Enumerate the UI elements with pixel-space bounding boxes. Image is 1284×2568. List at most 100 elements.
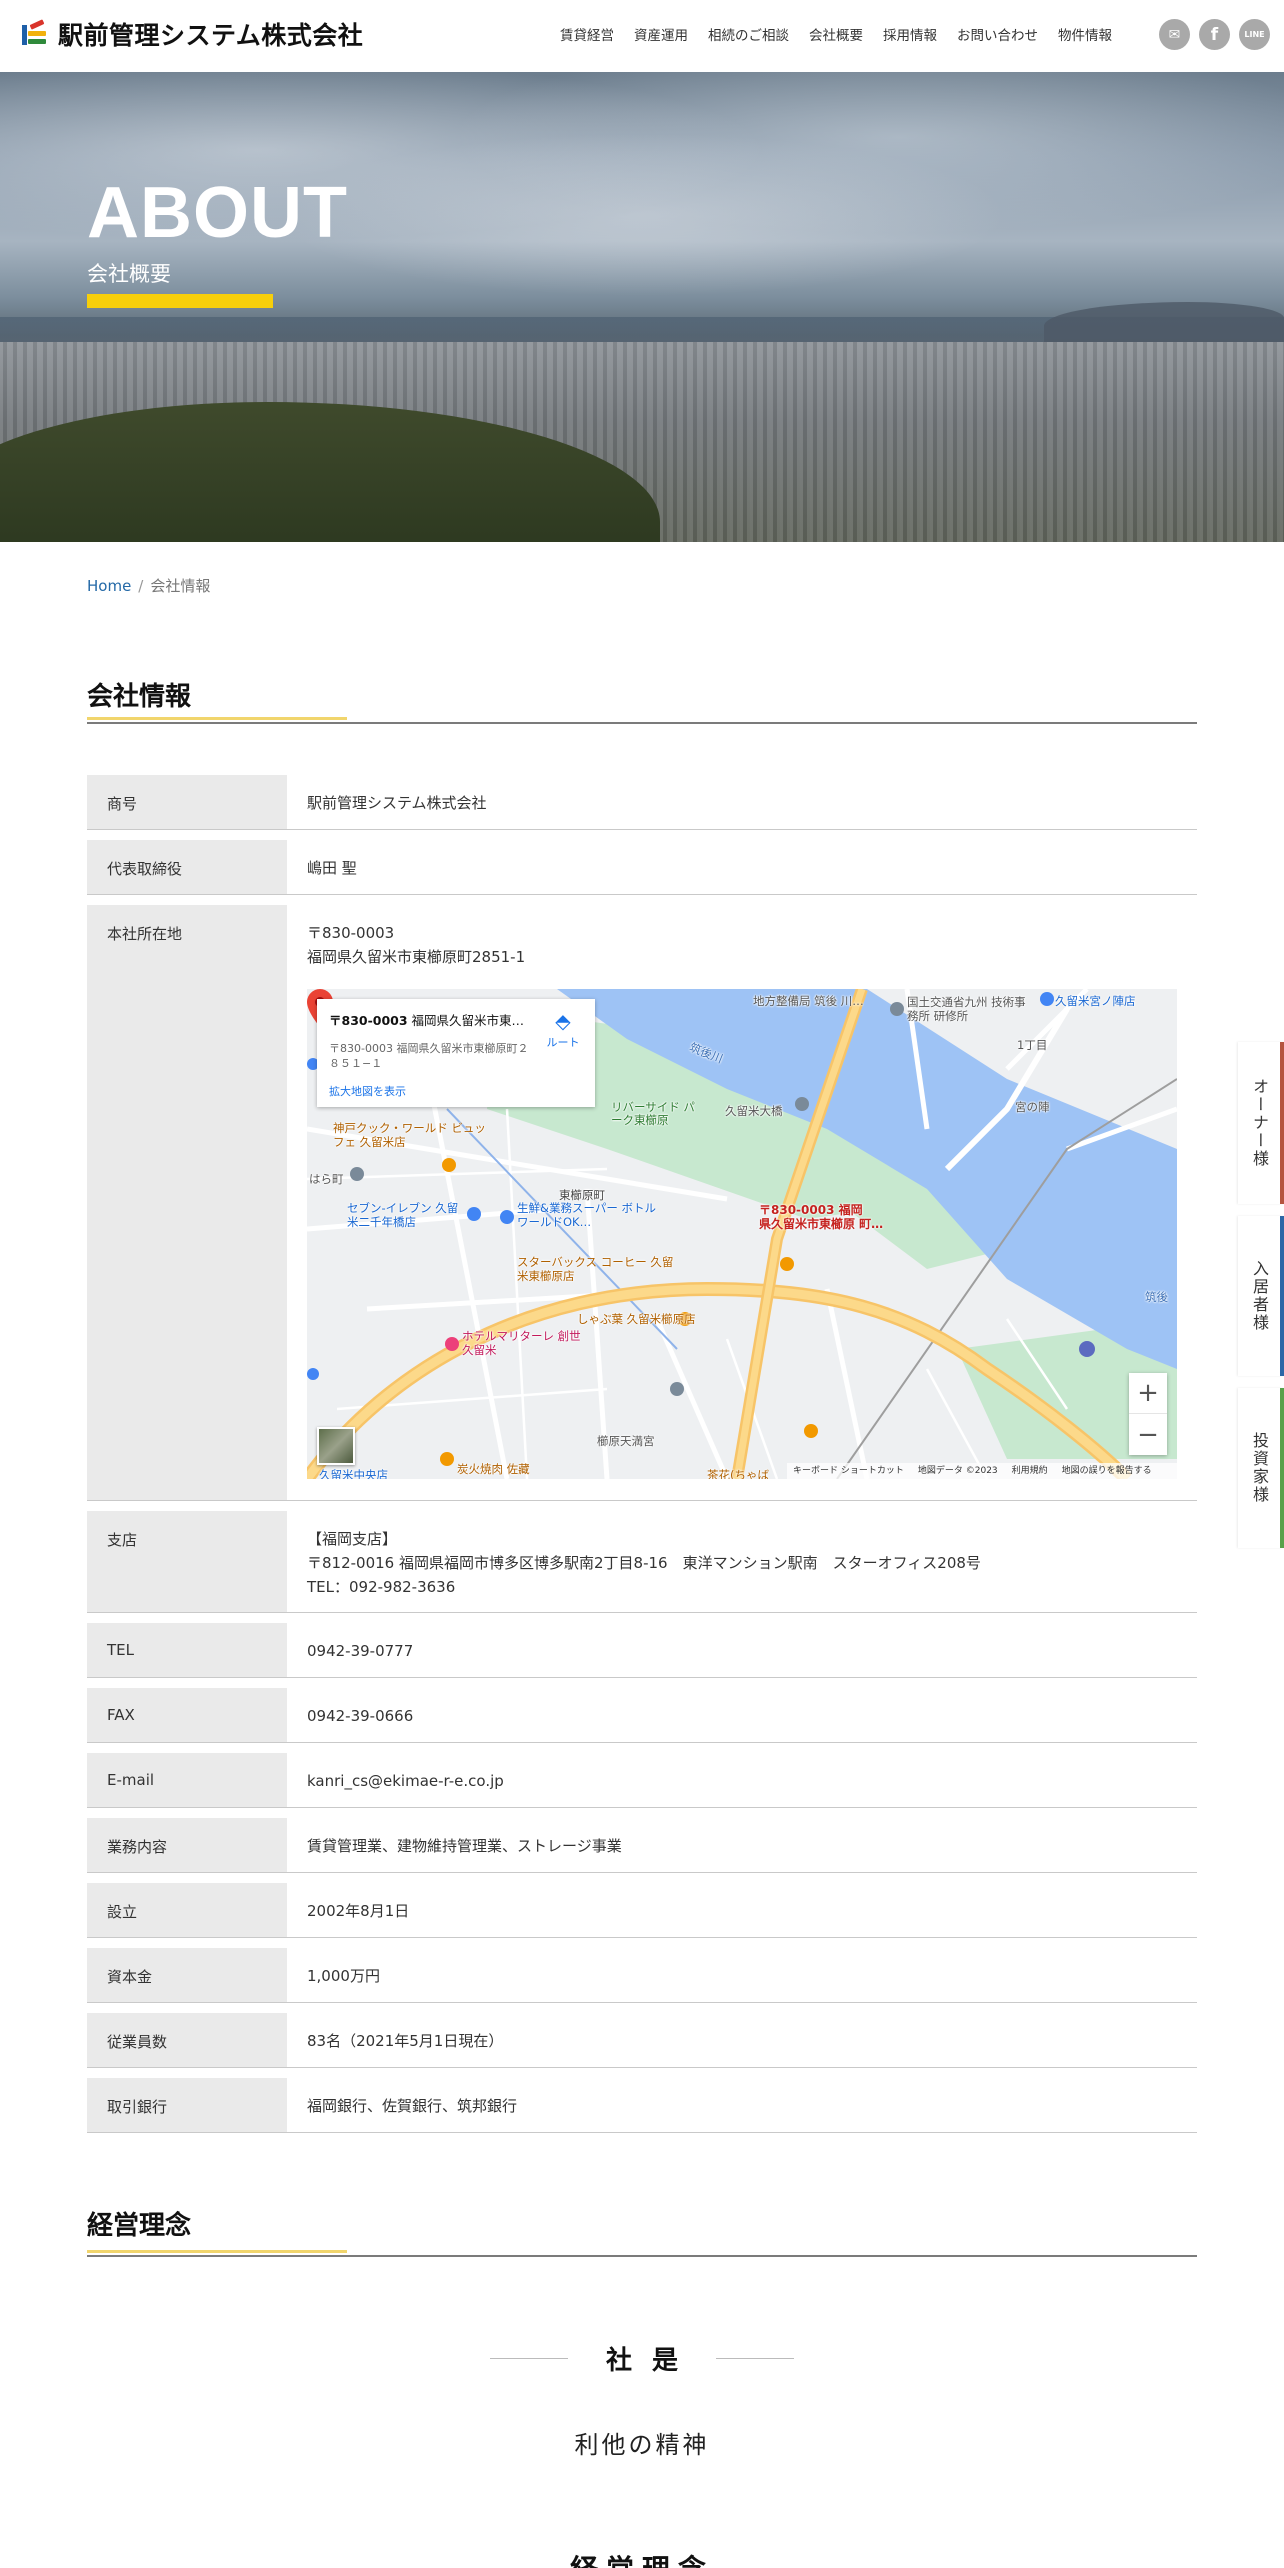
hero-accent-bar bbox=[87, 294, 273, 308]
logo-mark-icon bbox=[20, 19, 52, 49]
nav-properties[interactable]: 物件情報 bbox=[1058, 24, 1112, 44]
motto-line-left bbox=[490, 2358, 568, 2359]
map-label: 1丁目 bbox=[1017, 1038, 1048, 1052]
line-icon[interactable]: LINE bbox=[1239, 19, 1270, 50]
table-row: 設立 2002年8月1日 bbox=[87, 1883, 1197, 1938]
social-links: ✉ f LINE bbox=[1159, 19, 1270, 50]
table-row: 従業員数 83名（2021年5月1日現在） bbox=[87, 2013, 1197, 2068]
map-label: 久留米中央店 bbox=[319, 1468, 388, 1479]
table-row: 資本金 1,000万円 bbox=[87, 1948, 1197, 2003]
table-row: 代表取締役 嶋田 聖 bbox=[87, 840, 1197, 895]
map-route-button[interactable]: ⬘ ルート bbox=[543, 1011, 583, 1055]
branch-name: 【福岡支店】 bbox=[307, 1530, 398, 1548]
logo-text: 駅前管理システム株式会社 bbox=[58, 21, 364, 50]
row-label: 支店 bbox=[87, 1511, 287, 1612]
row-label: 資本金 bbox=[87, 1948, 287, 2002]
mail-icon[interactable]: ✉ bbox=[1159, 19, 1190, 50]
nav-contact[interactable]: お問い合わせ bbox=[957, 24, 1038, 44]
report-error-link[interactable]: 地図の誤りを報告する bbox=[1062, 1459, 1152, 1479]
row-label: 取引銀行 bbox=[87, 2078, 287, 2132]
facebook-icon[interactable]: f bbox=[1199, 19, 1230, 50]
directions-icon: ⬘ bbox=[555, 1009, 571, 1033]
map-label: はら町 bbox=[309, 1172, 344, 1186]
nav-rental-management[interactable]: 賃貸経営 bbox=[560, 24, 614, 44]
side-tab-owner[interactable]: オーナー様 bbox=[1238, 1042, 1284, 1204]
management-philosophy-subheading: 経営理念 bbox=[0, 2548, 1284, 2568]
map-footer: キーボード ショートカット 地図データ ©2023 利用規約 地図の誤りを報告す… bbox=[787, 1463, 1177, 1479]
map-label: 久留米宮ノ陣店 bbox=[1055, 994, 1136, 1008]
nav-asset-management[interactable]: 資産運用 bbox=[634, 24, 688, 44]
row-value: 駅前管理システム株式会社 bbox=[307, 794, 487, 812]
row-value: 【福岡支店】 〒812-0016 福岡県福岡市博多区博多駅南2丁目8-16 東洋… bbox=[287, 1511, 1197, 1612]
map-zoom-controls: + − bbox=[1129, 1373, 1167, 1455]
row-value: 0942-39-0666 bbox=[307, 1707, 414, 1725]
map-label: セブン-イレブン 久留米二千年橋店 bbox=[347, 1201, 459, 1229]
map-label: 国土交通省九州 技術事務所 研修所 bbox=[907, 995, 1026, 1023]
motto-line-right bbox=[716, 2358, 795, 2359]
heading-rule bbox=[87, 2255, 1197, 2257]
map-label: 筑後 bbox=[1145, 1290, 1168, 1304]
map-label: 久留米大橋 bbox=[725, 1104, 783, 1118]
map-info-card: 〒830-0003 福岡県久留米市東… 〒830-0003 福岡県久留米市東櫛原… bbox=[317, 999, 595, 1107]
site-logo[interactable]: 駅前管理システム株式会社 bbox=[20, 16, 363, 52]
map-label: 櫛原天満宮 bbox=[597, 1434, 655, 1448]
side-tabs: オーナー様 入居者様 投資家様 bbox=[1238, 1042, 1284, 1560]
table-row: 取引銀行 福岡銀行、佐賀銀行、筑邦銀行 bbox=[87, 2078, 1197, 2133]
row-label: 設立 bbox=[87, 1883, 287, 1937]
map-card-address: 〒830-0003 福岡県久留米市東櫛原町２８５１−１ bbox=[329, 1042, 529, 1070]
row-value: 83名（2021年5月1日現在） bbox=[307, 2032, 504, 2050]
row-value: 0942-39-0777 bbox=[307, 1642, 414, 1660]
breadcrumb-separator: / bbox=[138, 577, 144, 595]
nav-inheritance-consultation[interactable]: 相続のご相談 bbox=[708, 24, 789, 44]
row-label: 従業員数 bbox=[87, 2013, 287, 2067]
keyboard-shortcuts-link[interactable]: キーボード ショートカット bbox=[793, 1459, 904, 1479]
heading-rule bbox=[87, 722, 1197, 724]
map-label: 宮の陣 bbox=[1015, 1100, 1050, 1114]
table-row: FAX 0942-39-0666 bbox=[87, 1688, 1197, 1743]
philosophy-title: 経営理念 bbox=[87, 2211, 192, 2241]
map-label: 地方整備局 筑後 川… bbox=[753, 994, 864, 1008]
row-value: 福岡銀行、佐賀銀行、筑邦銀行 bbox=[307, 2097, 518, 2115]
map-label: 炭火焼肉 佐藏 bbox=[457, 1462, 530, 1476]
breadcrumb-current: 会社情報 bbox=[150, 577, 211, 595]
map-label: 神戸クック・ワールド ビュッフェ 久留米店 bbox=[333, 1121, 486, 1149]
branch-tel: TEL：092-982-3636 bbox=[307, 1578, 456, 1596]
row-value: 1,000万円 bbox=[307, 1967, 380, 1985]
side-tab-investor[interactable]: 投資家様 bbox=[1238, 1388, 1284, 1548]
heading-accent bbox=[87, 717, 347, 720]
philosophy-heading: 経営理念 bbox=[87, 2205, 1197, 2257]
map-label: 茶花(ちゃば bbox=[707, 1468, 769, 1479]
side-tab-tenant[interactable]: 入居者様 bbox=[1238, 1216, 1284, 1376]
breadcrumb: Home / 会社情報 bbox=[87, 575, 210, 596]
terms-link[interactable]: 利用規約 bbox=[1012, 1459, 1048, 1479]
row-label: 商号 bbox=[87, 775, 287, 829]
row-label: 業務内容 bbox=[87, 1818, 287, 1872]
motto-heading: 社是 bbox=[490, 2340, 795, 2377]
map-label: ホテルマリターレ 創世 久留米 bbox=[462, 1329, 581, 1357]
side-tab-label: 投資家様 bbox=[1250, 1432, 1269, 1504]
branch-address: 〒812-0016 福岡県福岡市博多区博多駅南2丁目8-16 東洋マンション駅南… bbox=[307, 1554, 981, 1572]
company-motto: 利他の精神 bbox=[574, 2431, 710, 2459]
main-nav: 賃貸経営 資産運用 相続のご相談 会社概要 採用情報 お問い合わせ 物件情報 bbox=[560, 24, 1132, 44]
map-label: スターバックス コーヒー 久留米東櫛原店 bbox=[517, 1255, 674, 1283]
address-line: 福岡県久留米市東櫛原町2851-1 bbox=[307, 948, 526, 966]
map-data-credit: 地図データ ©2023 bbox=[917, 1466, 998, 1476]
row-label: 代表取締役 bbox=[87, 840, 287, 894]
email-link[interactable]: kanri_cs@ekimae-r-e.co.jp bbox=[287, 1753, 1197, 1807]
zoom-out-button[interactable]: − bbox=[1129, 1414, 1167, 1455]
row-label: E-mail bbox=[87, 1753, 287, 1807]
side-tab-label: 入居者様 bbox=[1250, 1260, 1269, 1332]
zoom-in-button[interactable]: + bbox=[1129, 1373, 1167, 1414]
company-info-title: 会社情報 bbox=[87, 682, 192, 712]
breadcrumb-home[interactable]: Home bbox=[87, 577, 131, 595]
nav-company-overview[interactable]: 会社概要 bbox=[809, 24, 863, 44]
google-map[interactable]: 筑後川 久留米大橋 リバーサイド パーク東櫛原 東櫛原町 神戸クック・ワールド … bbox=[307, 989, 1177, 1479]
row-value: 2002年8月1日 bbox=[307, 1902, 410, 1920]
map-enlarge-link[interactable]: 拡大地図を表示 bbox=[329, 1080, 583, 1104]
satellite-toggle[interactable] bbox=[317, 1427, 355, 1465]
postal-code: 〒830-0003 bbox=[307, 924, 395, 942]
table-row: E-mail kanri_cs@ekimae-r-e.co.jp bbox=[87, 1753, 1197, 1808]
table-row-branch: 支店 【福岡支店】 〒812-0016 福岡県福岡市博多区博多駅南2丁目8-16… bbox=[87, 1511, 1197, 1613]
nav-recruitment[interactable]: 採用情報 bbox=[883, 24, 937, 44]
row-value: 〒830-0003 福岡県久留米市東櫛原町2851-1 筑後川 久留米大橋 リバ… bbox=[287, 905, 1197, 1500]
